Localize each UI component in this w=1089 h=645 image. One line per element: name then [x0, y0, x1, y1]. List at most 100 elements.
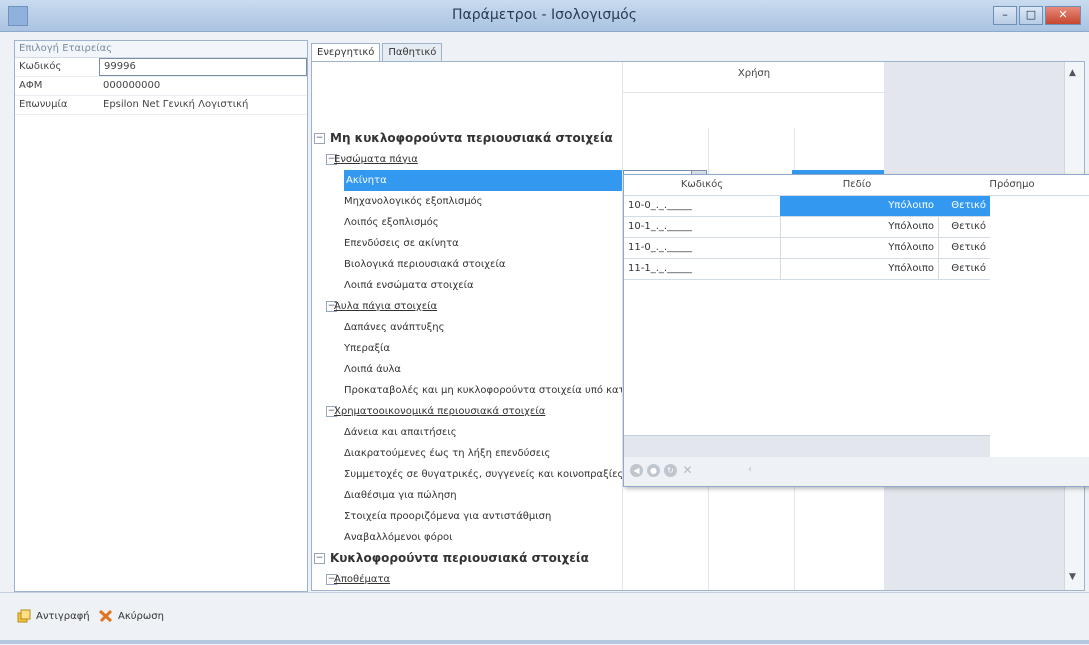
window-title: Παράμετροι - Ισολογισμός	[452, 7, 637, 23]
grid-value-cell[interactable]	[708, 569, 795, 590]
company-vat-label: ΑΦΜ	[19, 80, 43, 91]
col-header-sign[interactable]: Πρόσημο	[934, 175, 1089, 196]
scroll-up-icon[interactable]: ▲	[1069, 68, 1076, 78]
col-header-code[interactable]: Κωδικός	[624, 175, 780, 196]
grid-value-cell[interactable]	[622, 149, 709, 170]
grid-row-label: Αποθέματα	[334, 574, 391, 585]
grid-row-label: Δάνεια και απαιτήσεις	[344, 427, 457, 438]
dropdown-row[interactable]: 10-1_._._____ Υπόλοιπο Θετικό	[624, 217, 990, 238]
grid-header: Χρήση	[312, 62, 885, 128]
bottom-toolbar: Αντιγραφή Ακύρωση	[0, 592, 1089, 645]
dropdown-sign-cell: Θετικό	[934, 196, 990, 216]
collapse-icon[interactable]: −	[314, 133, 325, 144]
copy-icon	[17, 609, 31, 623]
tab-liabilities[interactable]: Παθητικό	[382, 43, 443, 61]
grid-value-cell[interactable]	[794, 569, 881, 590]
dropdown-code-cell: 11-0_._._____	[626, 238, 781, 258]
scroll-down-icon[interactable]: ▼	[1069, 572, 1076, 582]
grid-value-cell[interactable]	[622, 485, 709, 506]
grid-row-label: Μηχανολογικός εξοπλισμός	[344, 196, 483, 207]
grid-value-cell[interactable]	[708, 149, 795, 170]
grid-value-cell[interactable]	[794, 590, 881, 591]
grid-row-label: Διαθέσιμα για πώληση	[344, 490, 457, 501]
header-divider	[623, 92, 885, 93]
grid-value-cell[interactable]	[622, 506, 709, 527]
grid-row[interactable]: − Ενσώματα πάγια	[312, 149, 884, 171]
tab-strip: Ενεργητικό Παθητικό	[311, 43, 444, 62]
grid-row-label: Υπεραξία	[344, 343, 391, 354]
grid-value-cell[interactable]	[794, 548, 881, 569]
grid-row[interactable]: Εμπορεύματα και πρώτες ύλες	[312, 590, 884, 591]
grid-value-cell[interactable]	[622, 128, 709, 149]
grid-value-cell[interactable]	[708, 527, 795, 548]
nav-prev-icon[interactable]: ●	[647, 464, 660, 477]
dropdown-navigator: ◀ ● ↻ ✕ ‹	[624, 457, 1089, 486]
grid-value-cell[interactable]	[794, 149, 881, 170]
grid-row[interactable]: Στοιχεία προοριζόμενα για αντιστάθμιση	[312, 506, 884, 528]
hscroll-left-icon[interactable]: ‹	[748, 464, 752, 475]
grid-row-label: Λοιπά άυλα	[344, 364, 402, 375]
nav-refresh-icon[interactable]: ↻	[664, 464, 677, 477]
company-code-row: Κωδικός 99996	[15, 58, 307, 77]
grid-value-cell[interactable]	[622, 548, 709, 569]
copy-button[interactable]: Αντιγραφή	[16, 605, 90, 627]
grid-value-cell[interactable]	[622, 569, 709, 590]
dropdown-footer	[624, 435, 990, 458]
grid-row-label: Λοιπά ενσώματα στοιχεία	[344, 280, 474, 291]
nav-clear-icon[interactable]: ✕	[681, 464, 694, 477]
grid-row-label: Άυλα πάγια στοιχεία	[334, 301, 438, 312]
grid-row[interactable]: − Αποθέματα	[312, 569, 884, 590]
grid-value-cell[interactable]	[794, 128, 881, 149]
company-panel: Επιλογή Εταιρείας Κωδικός 99996 ΑΦΜ 0000…	[14, 40, 308, 592]
dropdown-code-cell: 11-1_._._____	[626, 259, 781, 279]
col-header-field[interactable]: Πεδίο	[780, 175, 934, 196]
grid-row-label: Συμμετοχές σε θυγατρικές, συγγενείς και …	[344, 469, 624, 480]
tab-assets[interactable]: Ενεργητικό	[311, 43, 381, 62]
company-code-field[interactable]: 99996	[99, 58, 307, 76]
grid-row[interactable]: Αναβαλλόμενοι φόροι	[312, 527, 884, 549]
grid-row-label: Διακρατούμενες έως τη λήξη επενδύσεις	[344, 448, 551, 459]
grid-row-label: Λοιπός εξοπλισμός	[344, 217, 439, 228]
account-lookup-dropdown: Κωδικός Πεδίο Πρόσημο 10-0_._._____ Υπόλο…	[623, 174, 1089, 487]
grid-row-label: Εμπορεύματα και πρώτες ύλες	[344, 590, 498, 591]
close-icon[interactable]: ✕	[1045, 6, 1081, 25]
company-panel-header: Επιλογή Εταιρείας	[15, 41, 307, 58]
grid-row-label: Δαπάνες ανάπτυξης	[344, 322, 445, 333]
grid-row-label: Ενσώματα πάγια	[334, 154, 418, 165]
company-name-row: Επωνυμία Epsilon Net Γενική Λογιστική	[15, 96, 307, 115]
year-column-header: Χρήση	[622, 62, 885, 128]
dropdown-row[interactable]: 11-1_._._____ Υπόλοιπο Θετικό	[624, 259, 990, 280]
year-column-label: Χρήση	[737, 68, 771, 79]
grid-value-cell[interactable]	[708, 128, 795, 149]
company-vat-value: 000000000	[103, 80, 161, 91]
minimize-icon[interactable]: –	[993, 6, 1017, 25]
grid-value-cell[interactable]	[708, 506, 795, 527]
dropdown-sign-cell: Θετικό	[951, 263, 986, 274]
grid-row-label: Στοιχεία προοριζόμενα για αντιστάθμιση	[344, 511, 552, 522]
grid-row-label: Χρηματοοικονομικά περιουσιακά στοιχεία	[334, 406, 546, 417]
grid-row[interactable]: Διαθέσιμα για πώληση	[312, 485, 884, 507]
grid-value-cell[interactable]	[708, 485, 795, 506]
dropdown-sign-cell: Θετικό	[951, 242, 986, 253]
company-code-label: Κωδικός	[19, 61, 62, 72]
grid-value-cell[interactable]	[622, 590, 709, 591]
grid-value-cell[interactable]	[794, 506, 881, 527]
dropdown-field-cell: Υπόλοιπο	[780, 238, 939, 258]
maximize-icon[interactable]: □	[1019, 6, 1043, 25]
nav-first-icon[interactable]: ◀	[630, 464, 643, 477]
dropdown-field-cell: Υπόλοιπο	[780, 259, 939, 279]
grid-value-cell[interactable]	[794, 527, 881, 548]
grid-value-cell[interactable]	[708, 548, 795, 569]
dropdown-row[interactable]: 11-0_._._____ Υπόλοιπο Θετικό	[624, 238, 990, 259]
grid-value-cell[interactable]	[622, 527, 709, 548]
collapse-icon[interactable]: −	[314, 553, 325, 564]
dropdown-sign-cell: Θετικό	[951, 221, 986, 232]
grid-row[interactable]: − Μη κυκλοφορούντα περιουσιακά στοιχεία	[312, 128, 884, 150]
grid-row-label: Επενδύσεις σε ακίνητα	[344, 238, 459, 249]
grid-row[interactable]: − Κυκλοφορούντα περιουσιακά στοιχεία	[312, 548, 884, 570]
dropdown-row[interactable]: 10-0_._._____ Υπόλοιπο Θετικό	[624, 196, 990, 217]
cancel-button[interactable]: Ακύρωση	[98, 605, 164, 627]
grid-value-cell[interactable]	[794, 485, 881, 506]
grid-value-cell[interactable]	[708, 590, 795, 591]
dropdown-code-cell: 10-0_._._____	[626, 196, 781, 216]
